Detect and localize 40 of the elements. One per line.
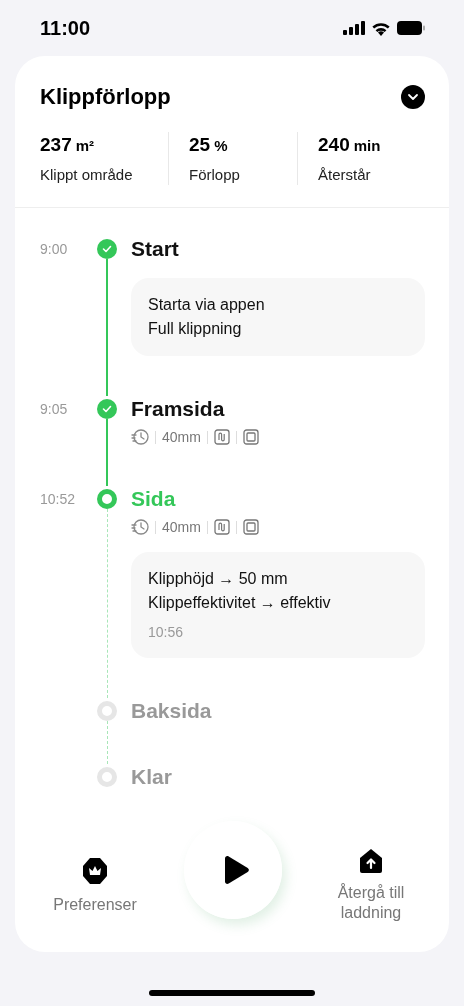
wifi-icon xyxy=(371,20,391,36)
pattern-icon xyxy=(213,429,230,445)
step-time: 10:52 xyxy=(40,491,76,507)
stat-unit: % xyxy=(214,137,228,154)
preferences-button[interactable]: Preferenser xyxy=(35,855,155,915)
border-icon xyxy=(242,429,259,445)
step-title: Start xyxy=(131,236,179,262)
signal-icon xyxy=(343,21,365,35)
step-title: Sida xyxy=(131,486,176,512)
stat-unit: m² xyxy=(75,137,95,154)
timer-icon xyxy=(131,518,149,536)
chevron-button[interactable] xyxy=(401,85,425,109)
step-title: Baksida xyxy=(131,698,212,724)
border-icon xyxy=(242,519,259,535)
stat-value: 240 xyxy=(318,134,350,156)
battery-icon xyxy=(397,21,425,35)
cutting-height: 40mm xyxy=(162,519,201,535)
step-time: 9:05 xyxy=(40,401,68,417)
return-to-dock-button[interactable]: Återgå till laddning xyxy=(311,847,431,923)
note-text: Klipphöjd → 50 mm xyxy=(148,570,289,588)
note-text: Full klippning xyxy=(148,320,243,338)
stat-label: Förlopp xyxy=(189,166,241,183)
stat-value: 25 xyxy=(189,134,211,156)
note-text: Starta via appen xyxy=(148,296,266,314)
pattern-icon xyxy=(213,519,230,535)
chevron-icon xyxy=(407,93,419,101)
status-time: 11:00 xyxy=(40,16,91,40)
timer-icon xyxy=(131,428,149,446)
panel-title: Klippförlopp xyxy=(40,84,171,110)
stat-value: 237 xyxy=(40,134,72,156)
note-time: 10:56 xyxy=(148,624,185,640)
step-title: Klar xyxy=(131,764,172,790)
note-text: Klippeffektivitet → effektiv xyxy=(148,594,332,612)
stat-unit: min xyxy=(353,137,381,154)
cutting-height: 40mm xyxy=(162,429,201,445)
house-arrow-icon xyxy=(357,847,385,875)
step-time: 9:00 xyxy=(40,241,68,257)
step-title: Framsida xyxy=(131,396,225,422)
stat-label: Återstår xyxy=(318,166,372,183)
stat-label: Klippt område xyxy=(40,166,134,183)
